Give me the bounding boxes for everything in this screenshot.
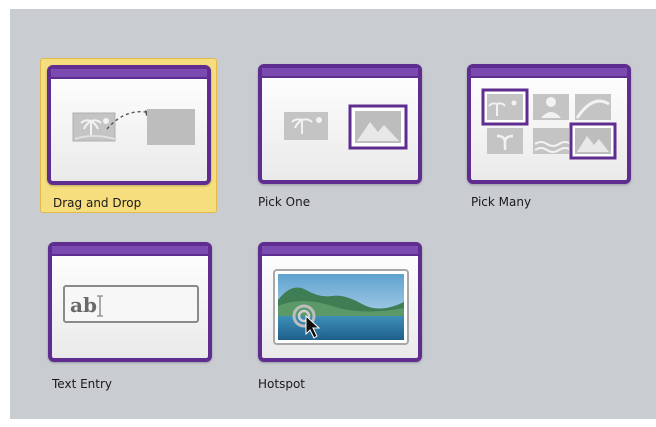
interaction-gallery: Drag and Drop Pick One Pick Many ab Text… <box>10 9 656 419</box>
drag-and-drop-icon <box>72 109 195 145</box>
pick-many-icon <box>481 88 617 160</box>
tile-label-text-entry: Text Entry <box>52 377 113 391</box>
pick-many-thumbnail <box>467 64 631 184</box>
tile-hotspot[interactable]: Hotspot <box>252 236 429 391</box>
tile-label-hotspot: Hotspot <box>258 377 305 391</box>
tile-label-pick-one: Pick One <box>258 195 311 209</box>
tile-label-drag-and-drop: Drag and Drop <box>53 196 142 210</box>
pick-one-thumbnail <box>258 64 422 184</box>
pick-one-icon <box>284 104 408 150</box>
hotspot-icon <box>273 269 409 345</box>
tile-drag-and-drop[interactable]: Drag and Drop <box>40 58 217 213</box>
text-entry-thumbnail: ab <box>48 242 212 362</box>
drag-and-drop-thumbnail <box>47 65 211 185</box>
tile-text-entry[interactable]: ab Text Entry <box>42 236 219 391</box>
hotspot-thumbnail <box>258 242 422 362</box>
text-entry-icon: ab <box>63 285 199 323</box>
tile-label-pick-many: Pick Many <box>471 195 532 209</box>
text-entry-sample: ab <box>70 293 97 317</box>
tile-pick-many[interactable]: Pick Many <box>461 58 638 213</box>
tile-pick-one[interactable]: Pick One <box>252 58 429 213</box>
